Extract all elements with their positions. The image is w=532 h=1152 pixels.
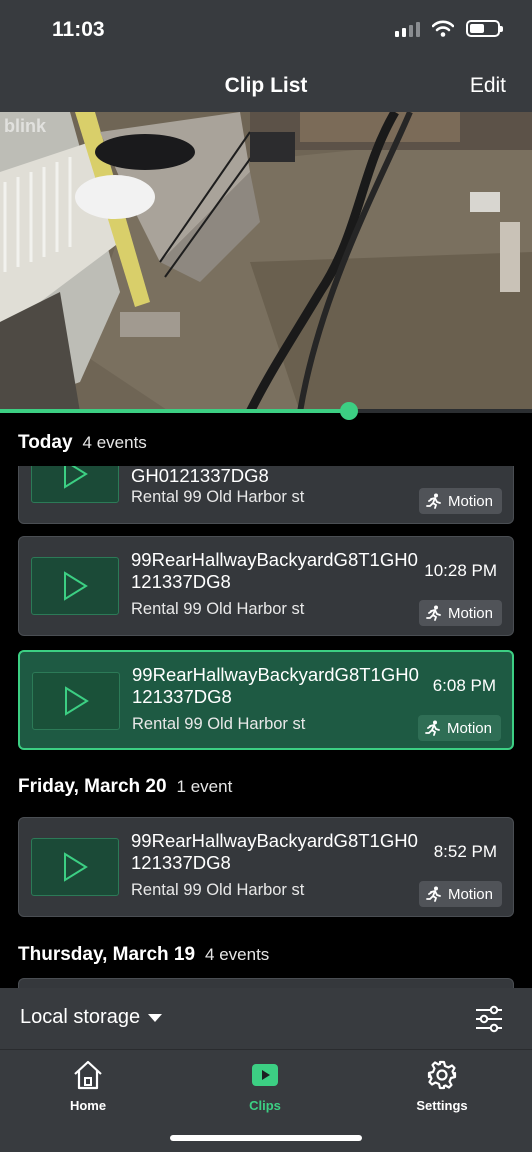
motion-label: Motion: [446, 719, 492, 737]
play-icon: [64, 466, 88, 489]
battery-icon: [466, 20, 503, 37]
tab-settings[interactable]: Settings: [387, 1058, 497, 1113]
clip-location: Rental 99 Old Harbor st: [132, 715, 306, 733]
section-title: Thursday, March 19: [18, 944, 196, 965]
tab-home[interactable]: Home: [33, 1058, 143, 1113]
clip-card[interactable]: [18, 978, 514, 988]
edit-button[interactable]: Edit: [470, 74, 506, 98]
status-time: 11:03: [52, 18, 105, 41]
clip-card[interactable]: GH0121337DG8 Rental 99 Old Harbor st Mot…: [18, 466, 514, 524]
clip-time: 10:28 PM: [424, 561, 497, 580]
clip-location: Rental 99 Old Harbor st: [131, 881, 305, 899]
play-icon: [65, 686, 89, 716]
motion-badge: Motion: [418, 488, 502, 514]
section-header-thursday: Thursday, March 19 4 events: [18, 944, 269, 966]
running-person-icon: [426, 493, 441, 509]
motion-label: Motion: [447, 885, 493, 903]
filter-sliders-icon[interactable]: [474, 1004, 504, 1034]
clip-time: 8:52 PM: [433, 842, 497, 861]
storage-selector[interactable]: Local storage: [20, 1006, 163, 1029]
clip-thumbnail[interactable]: [31, 557, 119, 615]
motion-badge: Motion: [417, 715, 501, 741]
section-title: Today: [18, 432, 73, 453]
clip-location: Rental 99 Old Harbor st: [131, 600, 305, 618]
tab-clips[interactable]: Clips: [210, 1058, 320, 1113]
page-title: Clip List: [224, 74, 308, 97]
clip-thumbnail[interactable]: [31, 466, 119, 503]
tab-label: Home: [69, 1098, 107, 1113]
cellular-signal-icon: [395, 21, 420, 37]
clip-list[interactable]: Today 4 events GH0121337DG8 Rental 99 Ol…: [0, 418, 532, 988]
running-person-icon: [426, 605, 441, 621]
clip-thumbnail[interactable]: [32, 672, 120, 730]
clip-name: 99RearHallwayBackyardG8T1GH0121337DG8: [132, 664, 419, 707]
wifi-icon: [432, 20, 454, 37]
motion-badge: Motion: [418, 600, 502, 626]
scrubber-progress: [0, 409, 349, 413]
clip-card[interactable]: 99RearHallwayBackyardG8T1GH0121337DG8 10…: [18, 536, 514, 636]
play-icon: [64, 852, 88, 882]
section-count: 4 events: [82, 433, 147, 452]
section-header-today: Today 4 events: [18, 432, 147, 454]
video-frame: blink: [0, 112, 532, 412]
section-header-friday: Friday, March 20 1 event: [18, 776, 232, 798]
top-bar: 11:03 Clip List Edit: [0, 0, 532, 112]
caret-down-icon: [148, 1013, 163, 1022]
motion-label: Motion: [447, 604, 493, 622]
video-player[interactable]: blink: [0, 112, 532, 412]
status-icons: [395, 20, 503, 37]
tab-label: Settings: [416, 1098, 468, 1113]
video-scrubber[interactable]: [0, 402, 532, 420]
clip-card-selected[interactable]: 99RearHallwayBackyardG8T1GH0121337DG8 6:…: [18, 650, 514, 750]
home-indicator: [170, 1135, 362, 1141]
clip-name: 99RearHallwayBackyardG8T1GH0121337DG8: [131, 549, 418, 592]
clip-name: 99RearHallwayBackyardG8T1GH0121337DG8: [131, 830, 418, 873]
clip-name: GH0121337DG8: [131, 466, 269, 486]
tab-label: Clips: [249, 1098, 281, 1113]
video-watermark: blink: [4, 116, 47, 136]
motion-label: Motion: [447, 492, 493, 510]
home-icon: [74, 1060, 102, 1090]
gear-icon: [427, 1060, 457, 1090]
clip-thumbnail[interactable]: [31, 838, 119, 896]
clip-location: Rental 99 Old Harbor st: [131, 488, 305, 506]
section-count: 4 events: [205, 945, 270, 964]
play-icon: [64, 571, 88, 601]
motion-badge: Motion: [418, 881, 502, 907]
clipped-card-viewport: GH0121337DG8 Rental 99 Old Harbor st Mot…: [0, 466, 532, 524]
storage-bar: Local storage: [0, 988, 532, 1050]
clip-card[interactable]: 99RearHallwayBackyardG8T1GH0121337DG8 8:…: [18, 817, 514, 917]
running-person-icon: [425, 720, 440, 736]
running-person-icon: [426, 886, 441, 902]
section-count: 1 event: [176, 777, 233, 796]
clip-time: 6:08 PM: [432, 676, 496, 695]
section-title: Friday, March 20: [18, 776, 167, 797]
clips-play-icon: [252, 1064, 278, 1086]
storage-label: Local storage: [20, 1006, 141, 1028]
